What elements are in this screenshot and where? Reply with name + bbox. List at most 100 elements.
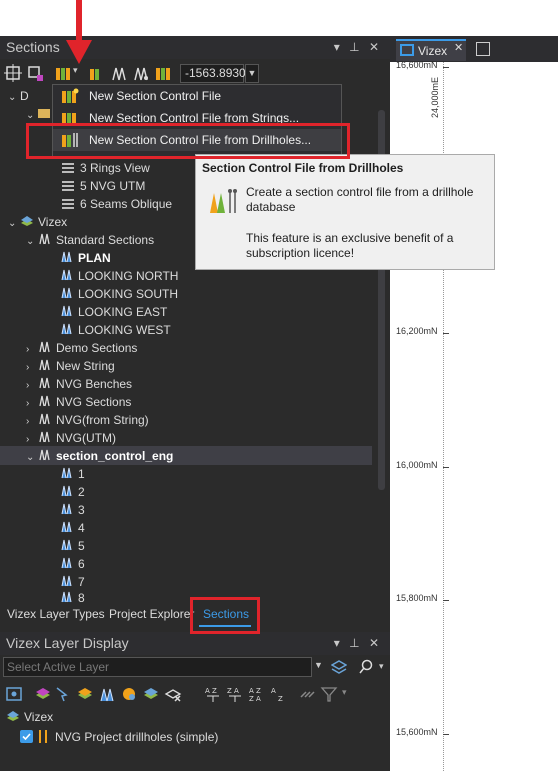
section-green-icon[interactable]: [88, 64, 106, 82]
checkbox-icon[interactable]: [20, 730, 33, 743]
tree-group[interactable]: › NVG Benches: [26, 375, 132, 393]
sort-order-icon[interactable]: A ZZ A: [248, 685, 266, 703]
tree-standard-item[interactable]: LOOKING SOUTH: [60, 285, 178, 303]
vizex-viewport[interactable]: [390, 36, 558, 771]
dropdown-icon[interactable]: ▾: [334, 40, 343, 54]
svg-text:Z: Z: [278, 695, 283, 703]
search-icon[interactable]: [358, 659, 374, 675]
coordinate-dropdown-icon[interactable]: ▼: [245, 64, 259, 83]
book-icon: [39, 233, 50, 245]
tree-standard-sections[interactable]: ⌄ Standard Sections: [26, 231, 154, 249]
tree-standard-item[interactable]: PLAN: [60, 249, 111, 267]
crosshair-icon[interactable]: [4, 64, 22, 82]
funnel-dropdown-icon[interactable]: ▾: [342, 687, 347, 698]
tooltip-description: Create a section control file from a dri…: [246, 185, 474, 214]
active-layer-dropdown-icon[interactable]: ▼: [314, 660, 323, 670]
list-icon: [62, 163, 74, 173]
svg-text:A Z: A Z: [205, 687, 217, 695]
display-icon[interactable]: [5, 685, 23, 703]
sort-za-icon[interactable]: Z A: [226, 685, 244, 703]
funnel-icon[interactable]: [320, 685, 338, 703]
book-icon: [39, 413, 50, 425]
drillhole-icon: [39, 730, 47, 743]
section-color-icon[interactable]: [154, 64, 172, 82]
section-icon: [61, 485, 72, 497]
link-icon[interactable]: [298, 685, 316, 703]
book-icon: [39, 377, 50, 389]
layer-refresh-icon[interactable]: [76, 685, 94, 703]
section-icon: [61, 503, 72, 515]
svg-text:Z A: Z A: [249, 695, 261, 703]
sort-az-icon[interactable]: A Z: [204, 685, 222, 703]
tree-group[interactable]: › New String: [26, 357, 115, 375]
menu-item-new-section-control-file[interactable]: New Section Control File: [53, 85, 341, 107]
y-coordinate-label: 16,600mN: [396, 60, 438, 70]
crosshair-add-icon[interactable]: [26, 64, 44, 82]
close-icon[interactable]: ✕: [454, 41, 463, 54]
top-blank-area: [0, 0, 558, 36]
select-layer-icon[interactable]: [54, 685, 72, 703]
tree-section-number[interactable]: 4: [60, 519, 85, 537]
tree-standard-item[interactable]: LOOKING WEST: [60, 321, 171, 339]
annotation-highlight-sections-tab: [190, 597, 260, 634]
tree-section-number[interactable]: 3: [60, 501, 85, 519]
remove-layer-icon[interactable]: [164, 685, 182, 703]
layer-toolbar: A Z Z A A ZZ A AZ ▾: [0, 681, 390, 705]
new-tab-icon[interactable]: [476, 42, 490, 56]
search-dropdown-icon[interactable]: ▾: [379, 661, 384, 672]
tree-group[interactable]: › NVG Sections: [26, 393, 131, 411]
section-layer-icon[interactable]: [98, 685, 116, 703]
tree-vizex-root[interactable]: ⌄ Vizex: [8, 213, 67, 231]
tab-vizex-layer-types[interactable]: Vizex Layer Types: [7, 607, 105, 621]
tree-group[interactable]: › Demo Sections: [26, 339, 137, 357]
color-layer-icon[interactable]: [120, 685, 138, 703]
section-file-icon[interactable]: [54, 64, 72, 82]
section-plane-icon[interactable]: [132, 64, 150, 82]
book-icon: [39, 359, 50, 371]
vizex-icon: [21, 216, 33, 226]
tree-section-number[interactable]: 2: [60, 483, 85, 501]
tree-section-number[interactable]: 6: [60, 555, 85, 573]
layer-tree-item[interactable]: NVG Project drillholes (simple): [20, 728, 218, 746]
layer-display-title: Vizex Layer Display: [6, 635, 129, 651]
tree-standard-item[interactable]: LOOKING NORTH: [60, 267, 178, 285]
section-file-icon: [62, 88, 79, 103]
y-coordinate-label: 15,600mN: [396, 727, 438, 737]
dropdown-icon[interactable]: ▾: [334, 636, 343, 650]
tree-view-item[interactable]: 5 NVG UTM: [62, 177, 145, 195]
section-icon: [61, 557, 72, 569]
tree-group[interactable]: › NVG(UTM): [26, 429, 116, 447]
tree-view-item[interactable]: 3 Rings View: [62, 159, 150, 177]
coordinate-input[interactable]: -1563.8930: [180, 64, 246, 83]
close-icon[interactable]: ✕: [369, 636, 382, 650]
tooltip-note: This feature is an exclusive benefit of …: [246, 231, 454, 260]
tab-project-explorer[interactable]: Project Explorer: [109, 607, 194, 621]
chevron-down-icon[interactable]: ▾: [73, 65, 78, 76]
add-layer-icon[interactable]: [34, 685, 52, 703]
layer-stack-icon[interactable]: [142, 685, 160, 703]
x-coordinate-label: 24,000mE: [430, 76, 440, 118]
section-outline-icon[interactable]: [110, 64, 128, 82]
layer-tree: Vizex NVG Project drillholes (simple): [0, 707, 390, 771]
layers-icon[interactable]: [331, 659, 347, 675]
svg-text:A Z: A Z: [249, 687, 261, 695]
tree-view-item[interactable]: 6 Seams Oblique: [62, 195, 172, 213]
pin-icon[interactable]: ⊥: [349, 636, 362, 650]
layer-tree-vizex-root[interactable]: Vizex: [6, 708, 53, 726]
y-tick: [443, 600, 449, 601]
section-icon: [61, 591, 72, 603]
tree-section-control[interactable]: ⌄ section_control_eng: [26, 447, 173, 465]
tree-root-partial[interactable]: ⌄ D: [8, 87, 29, 105]
tree-group[interactable]: › NVG(from String): [26, 411, 149, 429]
vizex-tab-icon: [400, 44, 414, 56]
section-icon: [61, 251, 72, 263]
sort-reverse-icon[interactable]: AZ: [270, 685, 288, 703]
section-icon: [61, 287, 72, 299]
close-icon[interactable]: ✕: [369, 40, 382, 54]
tree-section-number[interactable]: 1: [60, 465, 85, 483]
pin-icon[interactable]: ⊥: [349, 40, 362, 54]
active-layer-select[interactable]: Select Active Layer: [3, 657, 312, 677]
tree-standard-item[interactable]: LOOKING EAST: [60, 303, 167, 321]
tree-section-number[interactable]: 5: [60, 537, 85, 555]
tree-folder-partial[interactable]: ⌄: [26, 105, 50, 123]
